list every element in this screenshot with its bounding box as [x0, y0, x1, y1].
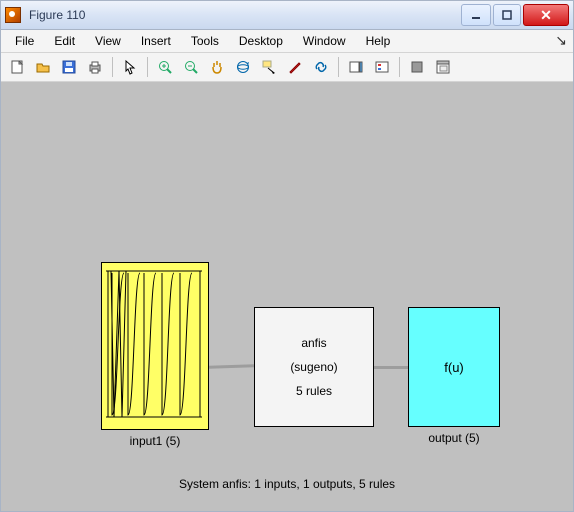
titlebar[interactable]: Figure 110 ✕: [1, 1, 573, 30]
menu-file[interactable]: File: [7, 32, 42, 50]
link-icon[interactable]: [309, 55, 333, 79]
pointer-icon[interactable]: [118, 55, 142, 79]
figure-window: Figure 110 ✕ File Edit View Insert Tools…: [0, 0, 574, 512]
toolbar: [1, 53, 573, 82]
figure-caption: System anfis: 1 inputs, 1 outputs, 5 rul…: [1, 477, 573, 491]
menu-insert[interactable]: Insert: [133, 32, 179, 50]
menu-desktop[interactable]: Desktop: [231, 32, 291, 50]
input-label: input1 (5): [101, 434, 209, 448]
zoom-out-icon[interactable]: [179, 55, 203, 79]
menu-view[interactable]: View: [87, 32, 129, 50]
save-icon[interactable]: [57, 55, 81, 79]
membership-functions-icon: [106, 267, 202, 423]
menu-window[interactable]: Window: [295, 32, 354, 50]
input-block[interactable]: [101, 262, 209, 430]
zoom-in-icon[interactable]: [153, 55, 177, 79]
pan-icon[interactable]: [205, 55, 229, 79]
menubar: File Edit View Insert Tools Desktop Wind…: [1, 30, 573, 53]
rotate3d-icon[interactable]: [231, 55, 255, 79]
output-expression: f(u): [444, 360, 464, 375]
toolbar-separator: [147, 57, 148, 77]
system-type: (sugeno): [290, 360, 337, 374]
new-figure-icon[interactable]: [5, 55, 29, 79]
print-icon[interactable]: [83, 55, 107, 79]
close-button[interactable]: ✕: [523, 4, 569, 26]
system-block[interactable]: anfis (sugeno) 5 rules: [254, 307, 374, 427]
figure-canvas[interactable]: anfis (sugeno) 5 rules f(u) input1 (5) o…: [1, 82, 573, 511]
toolbar-separator: [399, 57, 400, 77]
legend-icon[interactable]: [370, 55, 394, 79]
menu-tools[interactable]: Tools: [183, 32, 227, 50]
connector-input-center: [209, 364, 254, 369]
system-name: anfis: [301, 336, 326, 350]
toolbar-separator: [112, 57, 113, 77]
minimize-button[interactable]: [461, 4, 491, 26]
hide-tools-icon[interactable]: [405, 55, 429, 79]
dock-icon[interactable]: ↘: [555, 32, 567, 49]
menu-help[interactable]: Help: [358, 32, 399, 50]
menu-edit[interactable]: Edit: [46, 32, 83, 50]
toolbar-separator: [338, 57, 339, 77]
output-block[interactable]: f(u): [408, 307, 500, 427]
window-title: Figure 110: [27, 8, 459, 22]
colorbar-icon[interactable]: [344, 55, 368, 79]
app-icon: [5, 7, 21, 23]
open-icon[interactable]: [31, 55, 55, 79]
show-tools-icon[interactable]: [431, 55, 455, 79]
output-label: output (5): [408, 431, 500, 445]
rule-count: 5 rules: [296, 384, 332, 398]
connector-center-output: [374, 366, 408, 369]
maximize-button[interactable]: [493, 4, 521, 26]
brush-icon[interactable]: [283, 55, 307, 79]
datacursor-icon[interactable]: [257, 55, 281, 79]
